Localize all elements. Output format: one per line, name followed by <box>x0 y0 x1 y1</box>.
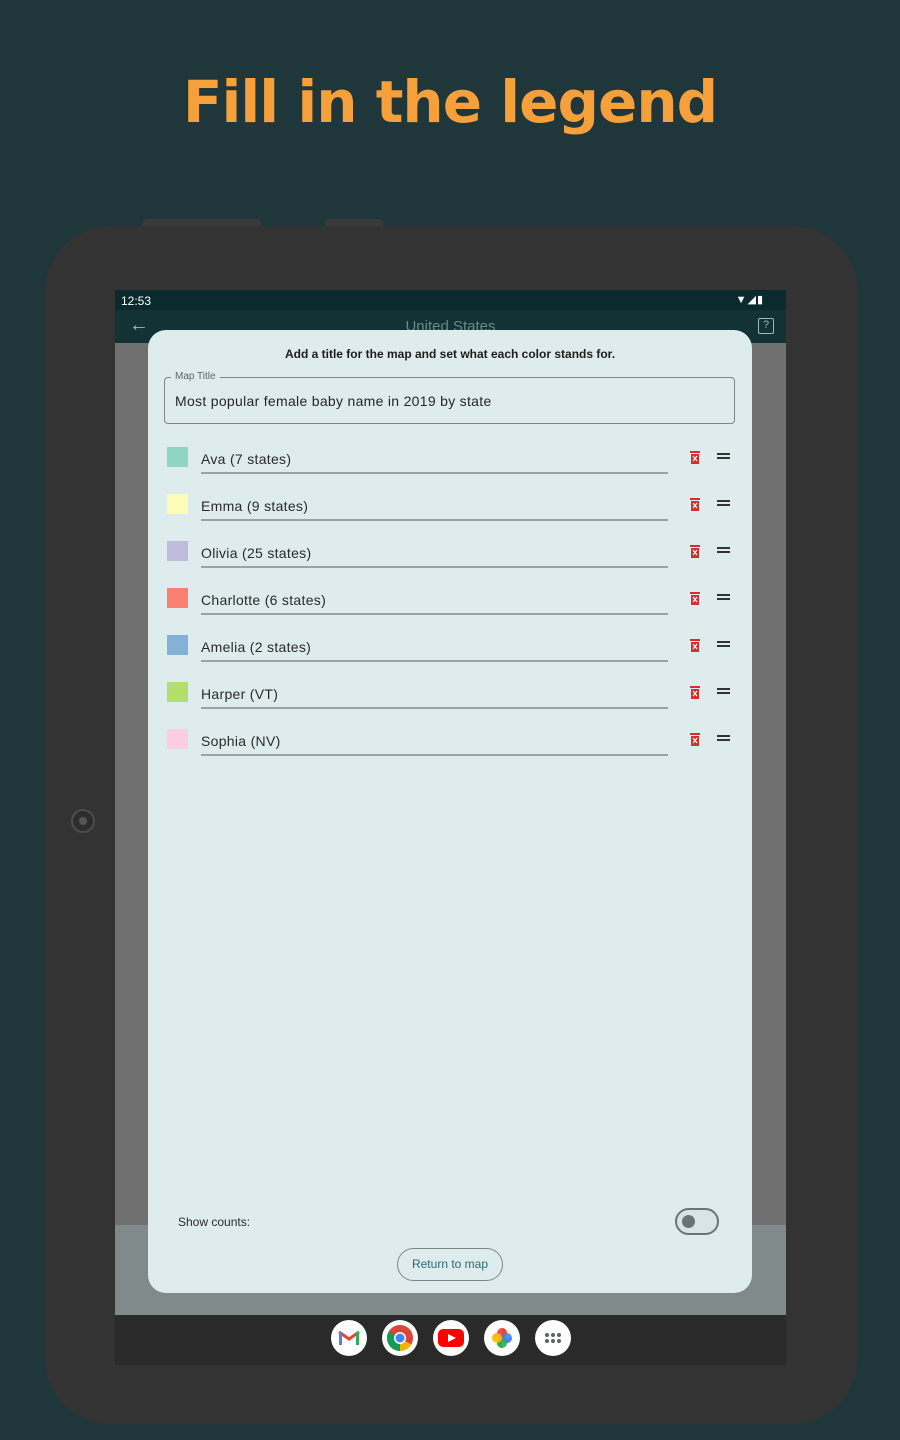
legend-label-input[interactable]: Amelia (2 states) <box>201 639 311 655</box>
dialog-instruction: Add a title for the map and set what eac… <box>284 347 616 361</box>
status-time: 12:53 <box>121 294 152 308</box>
status-icons: ▼◢▮ <box>735 294 764 306</box>
input-underline <box>201 660 668 662</box>
drag-handle-icon[interactable] <box>717 594 730 600</box>
legend-row: Olivia (25 states) <box>148 541 752 588</box>
legend-label-input[interactable]: Ava (7 states) <box>201 451 291 467</box>
legend-label-input[interactable]: Olivia (25 states) <box>201 545 311 561</box>
status-bar: 12:53 ▼◢▮ <box>115 290 786 310</box>
photos-icon[interactable] <box>484 1320 520 1356</box>
delete-icon[interactable] <box>689 638 701 652</box>
dock <box>331 1320 571 1356</box>
app-drawer-icon[interactable] <box>535 1320 571 1356</box>
show-counts-toggle[interactable] <box>675 1208 719 1235</box>
map-title-label: Map Title <box>171 371 220 382</box>
color-swatch[interactable] <box>167 541 188 561</box>
delete-icon[interactable] <box>689 544 701 558</box>
drag-handle-icon[interactable] <box>717 547 730 553</box>
legend-label-input[interactable]: Charlotte (6 states) <box>201 592 326 608</box>
input-underline <box>201 613 668 615</box>
delete-icon[interactable] <box>689 732 701 746</box>
input-underline <box>201 754 668 756</box>
headline: Fill in the legend <box>182 68 718 136</box>
legend-row: Charlotte (6 states) <box>148 588 752 635</box>
legend-row: Amelia (2 states) <box>148 635 752 682</box>
color-swatch[interactable] <box>167 588 188 608</box>
drag-handle-icon[interactable] <box>717 688 730 694</box>
color-swatch[interactable] <box>167 729 188 749</box>
nav-bar <box>115 1315 786 1365</box>
youtube-icon[interactable] <box>433 1320 469 1356</box>
camera <box>71 809 95 833</box>
map-title-field[interactable]: Map Title Most popular female baby name … <box>164 371 735 424</box>
legend-label-input[interactable]: Sophia (NV) <box>201 733 281 749</box>
chrome-icon[interactable] <box>382 1320 418 1356</box>
gmail-icon[interactable] <box>331 1320 367 1356</box>
delete-icon[interactable] <box>689 497 701 511</box>
color-swatch[interactable] <box>167 682 188 702</box>
input-underline <box>201 519 668 521</box>
legend-label-input[interactable]: Emma (9 states) <box>201 498 308 514</box>
legend-row: Harper (VT) <box>148 682 752 729</box>
delete-icon[interactable] <box>689 591 701 605</box>
color-swatch[interactable] <box>167 494 188 514</box>
input-underline <box>201 566 668 568</box>
color-swatch[interactable] <box>167 447 188 467</box>
delete-icon[interactable] <box>689 450 701 464</box>
return-to-map-button[interactable]: Return to map <box>397 1248 503 1281</box>
legend-row: Ava (7 states) <box>148 447 752 494</box>
drag-handle-icon[interactable] <box>717 641 730 647</box>
legend-row: Emma (9 states) <box>148 494 752 541</box>
drag-handle-icon[interactable] <box>717 453 730 459</box>
help-icon[interactable]: ? <box>758 318 774 334</box>
delete-icon[interactable] <box>689 685 701 699</box>
legend-label-input[interactable]: Harper (VT) <box>201 686 278 702</box>
input-underline <box>201 707 668 709</box>
input-underline <box>201 472 668 474</box>
legend-dialog: Add a title for the map and set what eac… <box>148 330 752 1293</box>
show-counts-label: Show counts: <box>178 1215 251 1229</box>
toggle-knob <box>682 1215 695 1228</box>
drag-handle-icon[interactable] <box>717 735 730 741</box>
map-title-input[interactable]: Most popular female baby name in 2019 by… <box>175 393 492 409</box>
drag-handle-icon[interactable] <box>717 500 730 506</box>
color-swatch[interactable] <box>167 635 188 655</box>
legend-row: Sophia (NV) <box>148 729 752 776</box>
